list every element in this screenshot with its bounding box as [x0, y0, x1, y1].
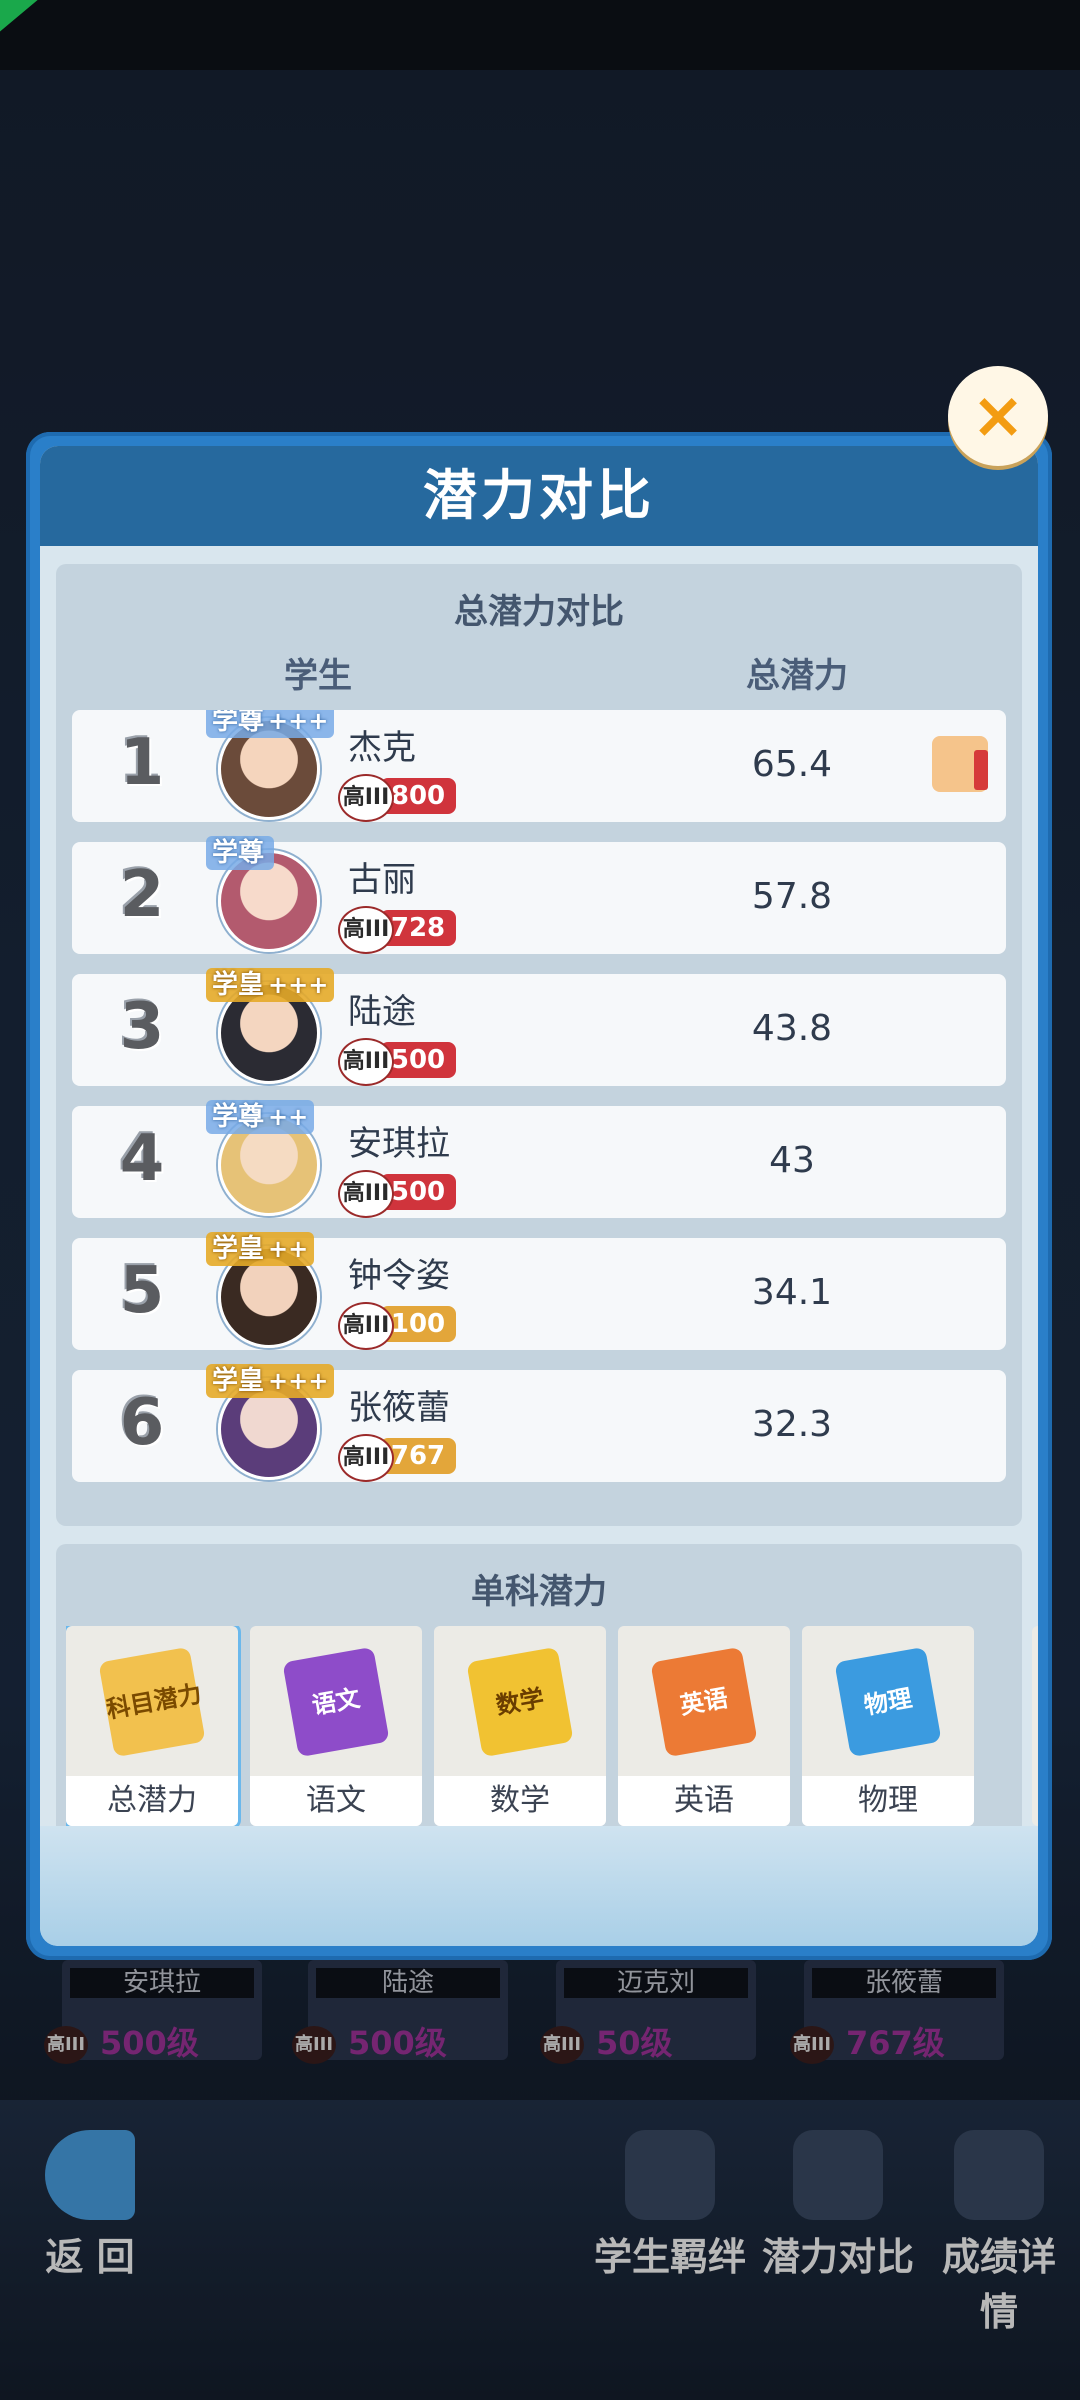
thumbs-up-icon [932, 736, 988, 792]
dialog-body: 潜力对比 总潜力对比 学生 总潜力 1 学尊 +++ 杰克 800 高III 65… [40, 446, 1038, 1946]
student-name: 安琪拉 [348, 1124, 450, 1164]
student-name: 陆途 [348, 992, 416, 1032]
book-icon: 英语 [650, 1646, 758, 1758]
section-title: 单科潜力 [471, 1572, 607, 1612]
title-badge: 学尊 [206, 836, 275, 870]
total-potential-value: 57.8 [751, 876, 833, 917]
status-bar [0, 0, 1080, 70]
ranking-row[interactable]: 2 学尊 古丽 728 高III 57.8 [72, 836, 1006, 954]
total-potential-value: 65.4 [751, 744, 833, 785]
column-header-total: 总潜力 [746, 656, 848, 696]
title-badge: 学皇 +++ [206, 968, 335, 1002]
subject-tab-math[interactable]: 数学 数学 [434, 1626, 606, 1826]
student-name: 古丽 [348, 860, 416, 900]
ranking-row[interactable]: 1 学尊 +++ 杰克 800 高III 65.4 [72, 710, 1006, 822]
rank-number: 5 [119, 1254, 165, 1328]
total-potential-value: 34.1 [751, 1272, 833, 1313]
ranking-list[interactable]: 1 学尊 +++ 杰克 800 高III 65.4 2 学尊 古丽 728 高I… [72, 710, 1006, 1500]
section-title: 总潜力对比 [454, 592, 624, 632]
subject-tab-label: 语文 [250, 1776, 422, 1826]
book-icon: 语文 [282, 1646, 390, 1758]
rank-number: 4 [119, 1122, 165, 1196]
subject-tab-label: 总潜力 [66, 1776, 238, 1826]
title-badge: 学皇 +++ [206, 1364, 335, 1398]
subject-tabs[interactable]: 科目潜力 总潜力 语文 语文 数学 数学 英语 英语 物理 物理 [66, 1626, 1026, 1836]
total-potential-value: 43 [769, 1140, 815, 1181]
book-icon: 物理 [834, 1646, 942, 1758]
title-badge: 学尊 +++ [206, 710, 335, 738]
subject-tab-label: 英语 [618, 1776, 790, 1826]
single-subject-section: 单科潜力 科目潜力 总潜力 语文 语文 数学 数学 英语 英语 物理 物理 [56, 1544, 1038, 1844]
student-name: 钟令姿 [348, 1256, 450, 1296]
column-header-student: 学生 [284, 656, 352, 696]
rank-number: 6 [119, 1386, 165, 1460]
subject-tab-label: 数学 [434, 1776, 606, 1826]
book-icon: 数学 [466, 1646, 574, 1758]
ranking-row[interactable]: 5 学皇 ++ 钟令姿 100 高III 34.1 [72, 1232, 1006, 1350]
rank-number: 2 [119, 858, 165, 932]
potential-compare-dialog: 潜力对比 总潜力对比 学生 总潜力 1 学尊 +++ 杰克 800 高III 65… [26, 432, 1052, 1960]
subject-tab-english[interactable]: 英语 英语 [618, 1626, 790, 1826]
student-name: 杰克 [348, 728, 416, 768]
subject-tab-physics[interactable]: 物理 物理 [802, 1626, 974, 1826]
dialog-title: 潜力对比 [40, 446, 1038, 546]
total-potential-value: 32.3 [751, 1404, 833, 1445]
subject-tab-chinese[interactable]: 语文 语文 [250, 1626, 422, 1826]
title-badge: 学皇 ++ [206, 1232, 315, 1266]
student-name: 张筱蕾 [348, 1388, 450, 1428]
total-potential-section: 总潜力对比 学生 总潜力 1 学尊 +++ 杰克 800 高III 65.4 2… [56, 564, 1022, 1526]
subject-tab-partial[interactable] [1032, 1626, 1038, 1826]
title-badge: 学尊 ++ [206, 1100, 315, 1134]
rank-number: 3 [119, 990, 165, 1064]
decorative-wave [40, 1826, 1038, 1946]
subject-tab-total[interactable]: 科目潜力 总潜力 [66, 1626, 238, 1826]
rank-number: 1 [119, 726, 165, 800]
subject-tab-label: 物理 [802, 1776, 974, 1826]
ranking-row[interactable]: 3 学皇 +++ 陆途 500 高III 43.8 [72, 968, 1006, 1086]
book-icon: 科目潜力 [98, 1646, 206, 1758]
close-button[interactable]: × [948, 366, 1048, 466]
total-potential-value: 43.8 [751, 1008, 833, 1049]
ranking-row[interactable]: 4 学尊 ++ 安琪拉 500 高III 43 [72, 1100, 1006, 1218]
close-icon: × [971, 379, 1025, 453]
ranking-row[interactable]: 6 学皇 +++ 张筱蕾 767 高III 32.3 [72, 1364, 1006, 1482]
